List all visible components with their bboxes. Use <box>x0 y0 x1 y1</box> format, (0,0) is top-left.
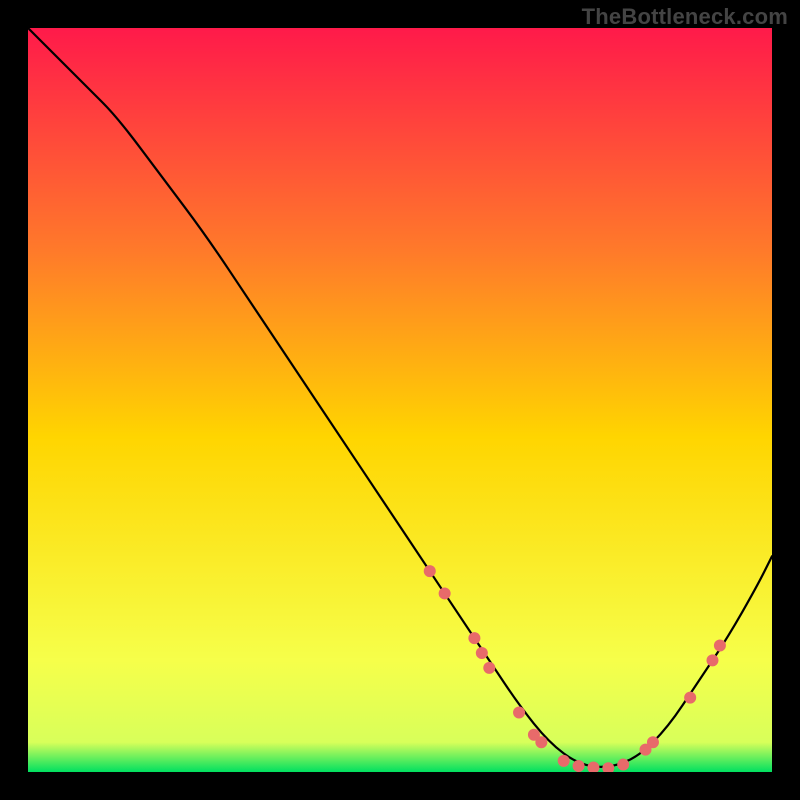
curve-marker <box>684 692 696 704</box>
plot-svg <box>28 28 772 772</box>
curve-marker <box>714 640 726 652</box>
curve-marker <box>617 759 629 771</box>
curve-marker <box>439 587 451 599</box>
curve-marker <box>476 647 488 659</box>
curve-marker <box>483 662 495 674</box>
curve-marker <box>573 760 585 772</box>
watermark-label: TheBottleneck.com <box>582 4 788 30</box>
gradient-background <box>28 28 772 772</box>
curve-marker <box>535 736 547 748</box>
curve-marker <box>468 632 480 644</box>
chart-frame: TheBottleneck.com <box>0 0 800 800</box>
curve-marker <box>513 706 525 718</box>
curve-marker <box>424 565 436 577</box>
curve-marker <box>558 755 570 767</box>
plot-area <box>28 28 772 772</box>
curve-marker <box>706 654 718 666</box>
curve-marker <box>647 736 659 748</box>
